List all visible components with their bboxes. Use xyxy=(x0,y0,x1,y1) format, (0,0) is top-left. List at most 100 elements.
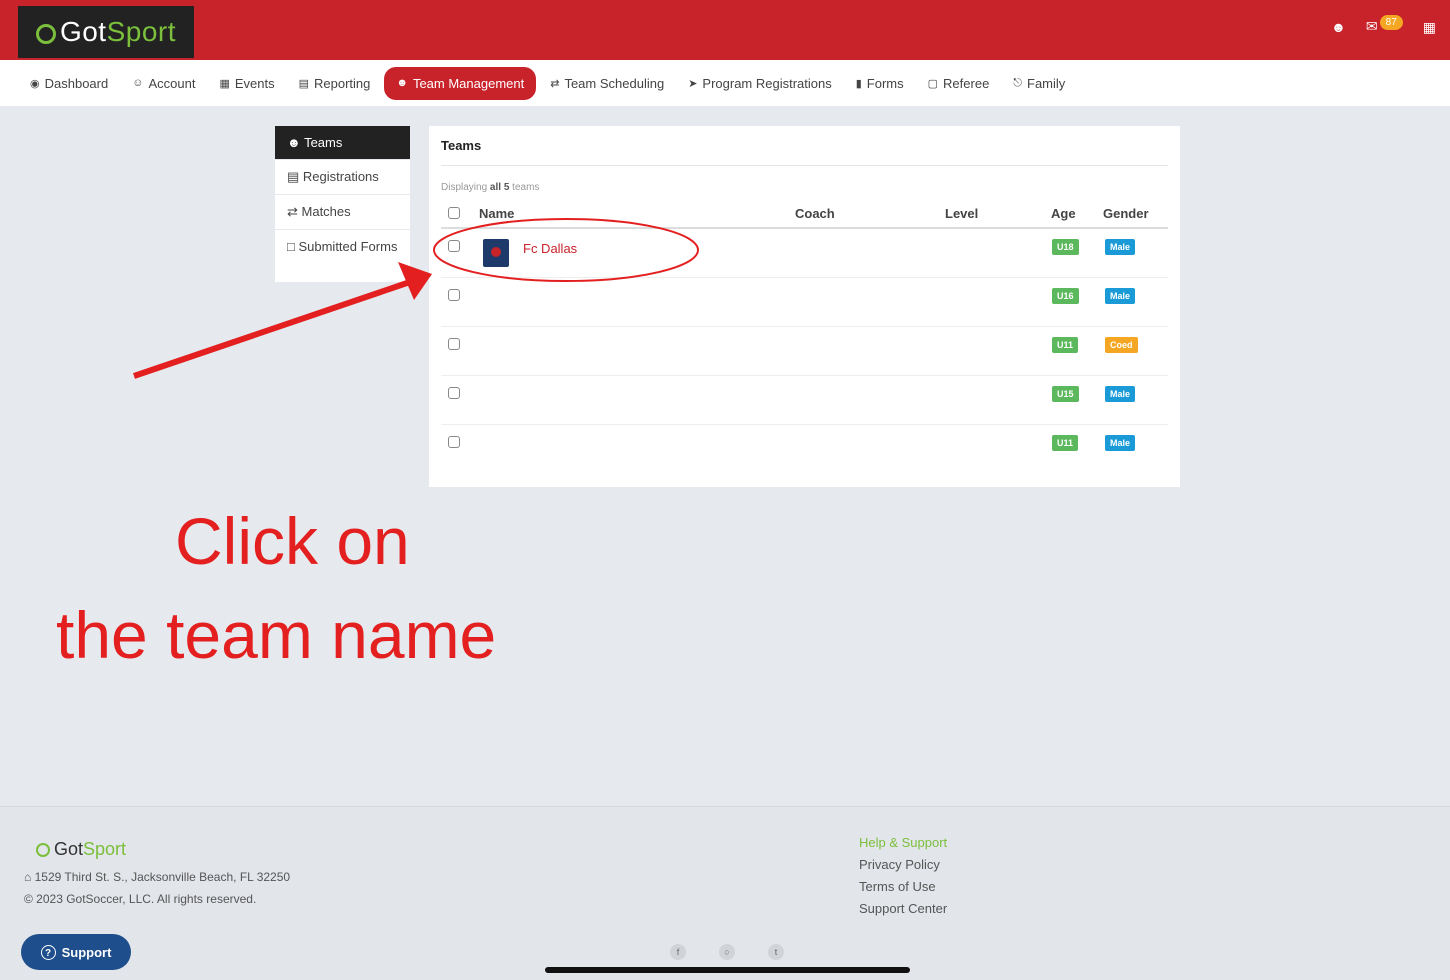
users-icon: ☻ xyxy=(287,135,305,150)
logo-mark-icon xyxy=(36,843,50,857)
nav-program-registrations[interactable]: ➤ Program Registrations xyxy=(678,68,842,99)
footer-logo: GotSport xyxy=(36,839,126,860)
file-icon: □ xyxy=(287,239,299,254)
twitter-icon[interactable]: t xyxy=(768,944,784,960)
divider xyxy=(441,165,1168,166)
dashboard-icon: ◉ xyxy=(30,77,40,90)
gotsport-logo[interactable]: GotSport xyxy=(18,6,194,58)
logo-suffix: Sport xyxy=(106,16,177,47)
team-name-link[interactable]: Fc Dallas xyxy=(523,241,577,256)
age-badge: U11 xyxy=(1052,435,1079,451)
age-badge: U11 xyxy=(1052,337,1079,353)
nav-events[interactable]: ▦ Events xyxy=(209,68,284,99)
calendar-icon: ▢ xyxy=(927,77,939,90)
logo-prefix: Got xyxy=(54,839,84,859)
exchange-icon: ⇄ xyxy=(550,77,560,90)
nav-dashboard[interactable]: ◉ Dashboard xyxy=(20,68,118,99)
age-badge: U15 xyxy=(1052,386,1079,402)
row-checkbox[interactable] xyxy=(448,289,460,301)
footer-link-help-support[interactable]: Help & Support xyxy=(859,835,947,850)
social-links: f ○ t xyxy=(670,944,784,960)
report-icon: ▤ xyxy=(298,77,309,90)
footer-address: ⌂ 1529 Third St. S., Jacksonville Beach,… xyxy=(24,870,290,884)
row-checkbox[interactable] xyxy=(448,387,460,399)
table-row: Fc Dallas U18 Male xyxy=(441,229,1168,278)
home-indicator xyxy=(545,967,910,973)
column-header-level[interactable]: Level xyxy=(945,206,978,221)
footer-link-terms-of-use[interactable]: Terms of Use xyxy=(859,879,947,894)
sidebar-item-submitted-forms[interactable]: □ Submitted Forms xyxy=(275,230,410,282)
column-header-age[interactable]: Age xyxy=(1051,206,1076,221)
sidebar-item-label: Teams xyxy=(304,135,343,150)
table-row: U16 Male xyxy=(441,278,1168,327)
nav-team-management[interactable]: ☻ Team Management xyxy=(384,66,537,100)
logo-mark-icon xyxy=(35,24,56,44)
help-icon: ? xyxy=(40,944,56,960)
nav-label: Team Scheduling xyxy=(564,75,665,91)
nav-label: Forms xyxy=(866,75,904,91)
sidebar-item-teams[interactable]: ☻ Teams xyxy=(275,126,410,159)
grid-icon[interactable]: ▦ xyxy=(1423,19,1436,36)
sidebar-item-matches[interactable]: ⇄ Matches xyxy=(275,195,410,229)
facebook-icon[interactable]: f xyxy=(670,944,686,960)
instagram-icon[interactable]: ○ xyxy=(719,944,735,960)
user-icon[interactable]: ☻ xyxy=(1331,19,1346,35)
main-nav: ◉ Dashboard ☺ Account ▦ Events ▤ Reporting ☻… xyxy=(0,60,1450,106)
panel-title: Teams xyxy=(441,138,482,153)
top-right-controls: ☻ ✉ 87 ▦ xyxy=(1331,15,1436,36)
column-header-name[interactable]: Name xyxy=(479,206,514,221)
row-checkbox[interactable] xyxy=(448,240,460,252)
gender-badge: Male xyxy=(1105,239,1136,255)
support-button[interactable]: ? Support xyxy=(21,934,131,970)
team-logo xyxy=(483,239,509,267)
footer-link-support-center[interactable]: Support Center xyxy=(859,901,947,916)
table-row: U15 Male xyxy=(441,376,1168,425)
sidebar-item-label: Matches xyxy=(301,204,351,219)
nav-label: Program Registrations xyxy=(702,75,832,91)
annotation-line-2: the team name xyxy=(56,598,497,672)
footer-links: Help & Support Privacy Policy Terms of U… xyxy=(859,835,947,923)
age-badge: U18 xyxy=(1052,239,1079,255)
nav-label: Dashboard xyxy=(44,75,109,91)
list-icon: ▤ xyxy=(287,169,303,184)
row-checkbox[interactable] xyxy=(448,436,460,448)
nav-referee[interactable]: ▢ Referee xyxy=(918,68,1000,99)
annotation-arrow-shaft xyxy=(133,279,411,379)
account-icon: ☺ xyxy=(132,77,144,89)
support-label: Support xyxy=(61,944,112,960)
nav-reporting[interactable]: ▤ Reporting xyxy=(289,68,381,99)
sitemap-icon: ⎋ xyxy=(1013,76,1022,89)
displaying-suffix: teams xyxy=(512,182,540,193)
gender-badge: Male xyxy=(1105,435,1136,451)
select-all-checkbox[interactable] xyxy=(448,207,460,219)
displaying-strong: all 5 xyxy=(489,182,510,193)
footer-copyright: © 2023 GotSoccer, LLC. All rights reserv… xyxy=(24,892,257,906)
table-row: U11 Male xyxy=(441,425,1168,474)
envelope-icon: ✉ xyxy=(1365,18,1378,34)
table-row: U11 Coed xyxy=(441,327,1168,376)
nav-forms[interactable]: ▮ Forms xyxy=(846,68,914,99)
nav-label: Events xyxy=(234,75,275,91)
nav-team-scheduling[interactable]: ⇄ Team Scheduling xyxy=(540,68,674,99)
gender-badge: Male xyxy=(1105,288,1136,304)
row-checkbox[interactable] xyxy=(448,338,460,350)
footer: GotSport ⌂ 1529 Third St. S., Jacksonvil… xyxy=(0,806,1450,980)
footer-link-privacy-policy[interactable]: Privacy Policy xyxy=(859,857,947,872)
messages-button[interactable]: ✉ 87 xyxy=(1365,15,1403,36)
top-bar: GotSport ☻ ✉ 87 ▦ xyxy=(0,0,1450,60)
users-icon: ☻ xyxy=(396,77,408,89)
column-header-gender[interactable]: Gender xyxy=(1103,206,1149,221)
logo-prefix: Got xyxy=(59,16,107,47)
sidebar-item-label: Submitted Forms xyxy=(298,239,398,254)
displaying-count: Displaying all 5 teams xyxy=(441,182,539,193)
nav-family[interactable]: ⎋ Family xyxy=(1003,68,1075,99)
nav-account[interactable]: ☺ Account xyxy=(122,68,205,99)
column-header-coach[interactable]: Coach xyxy=(795,206,835,221)
nav-label: Referee xyxy=(943,75,990,91)
nav-label: Team Management xyxy=(412,75,525,91)
calendar-icon: ▦ xyxy=(219,77,230,90)
send-icon: ➤ xyxy=(688,77,698,90)
address-text: 1529 Third St. S., Jacksonville Beach, F… xyxy=(34,870,291,884)
age-badge: U16 xyxy=(1052,288,1079,304)
sidebar-item-registrations[interactable]: ▤ Registrations xyxy=(275,160,410,194)
